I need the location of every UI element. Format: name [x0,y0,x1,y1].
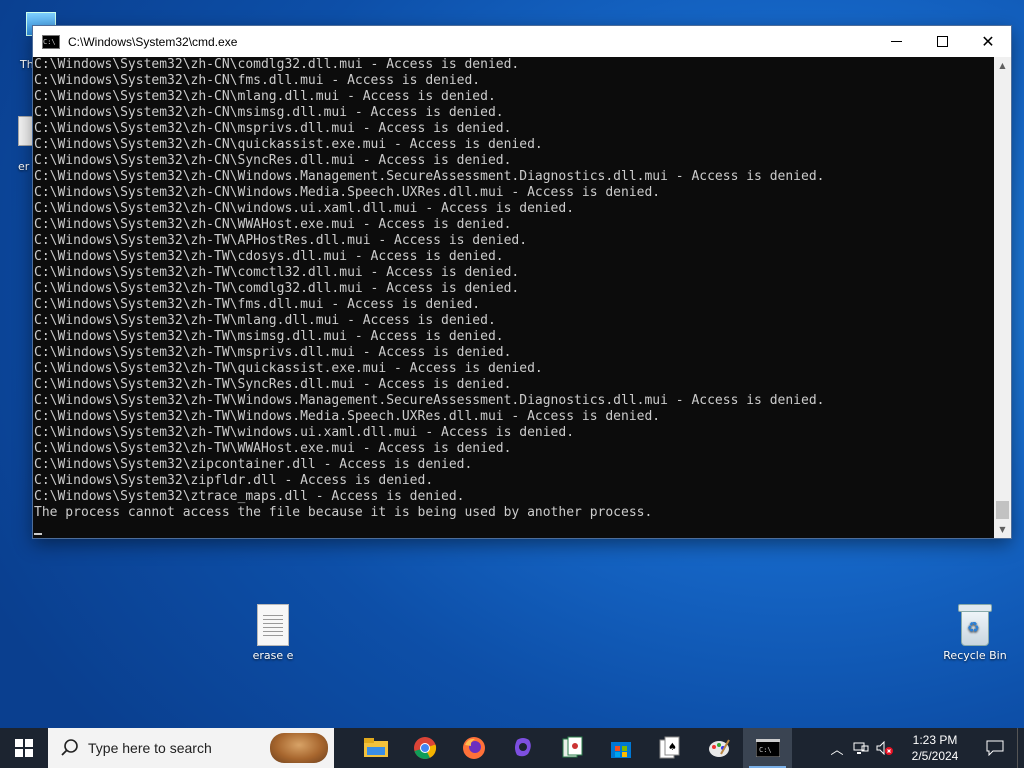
window-titlebar[interactable]: C:\ C:\Windows\System32\cmd.exe ✕ [33,26,1011,57]
console-line: C:\Windows\System32\zh-CN\windows.ui.xam… [34,201,575,216]
volume-muted-icon[interactable] [873,728,897,768]
close-button[interactable]: ✕ [965,26,1011,57]
console-line: C:\Windows\System32\zh-TW\fms.dll.mui - … [34,297,481,312]
chevron-up-icon[interactable]: ︿ [825,728,849,768]
console-line: C:\Windows\System32\zipcontainer.dll - A… [34,457,473,472]
console-line: C:\Windows\System32\zh-TW\quickassist.ex… [34,361,543,376]
recycle-bin-icon: ♻ [958,604,992,646]
taskbar-search-box[interactable]: Type here to search [48,728,334,768]
desktop-icon-erase-file[interactable]: erase e [241,604,305,662]
console-line: C:\Windows\System32\zh-TW\msimsg.dll.mui… [34,329,504,344]
system-tray: ︿ 1:23 PM 2/5/2024 [825,728,1024,768]
maximize-icon [936,36,948,47]
mahjong-icon[interactable] [547,728,596,768]
console-line: C:\Windows\System32\ztrace_maps.dll - Ac… [34,489,465,504]
console-line: The process cannot access the file becau… [34,505,653,520]
network-icon[interactable] [849,728,873,768]
console-line: C:\Windows\System32\zh-TW\mlang.dll.mui … [34,313,496,328]
clock-time: 1:23 PM [912,733,958,747]
store-icon[interactable] [596,728,645,768]
console-line: C:\Windows\System32\zh-CN\comdlg32.dll.m… [34,57,520,72]
start-button[interactable] [0,728,48,768]
console-output[interactable]: C:\Windows\System32\zh-CN\comdlg32.dll.m… [33,57,994,538]
console-line: C:\Windows\System32\zh-TW\Windows.Manage… [34,393,825,408]
notification-center-button[interactable] [973,728,1017,768]
window-title: C:\Windows\System32\cmd.exe [68,34,238,49]
console-line: C:\Windows\System32\zh-CN\fms.dll.mui - … [34,73,481,88]
console-line: C:\Windows\System32\zh-CN\WWAHost.exe.mu… [34,217,512,232]
console-line: C:\Windows\System32\zh-CN\Windows.Manage… [34,169,825,184]
console-line: C:\Windows\System32\zh-TW\WWAHost.exe.mu… [34,441,512,456]
svg-text:C:\: C:\ [759,746,772,754]
scrollbar-thumb[interactable] [996,501,1009,519]
cmd-icon: C:\ [755,739,780,757]
console-line: C:\Windows\System32\zh-TW\APHostRes.dll.… [34,233,528,248]
cmd-window[interactable]: C:\ C:\Windows\System32\cmd.exe ✕ C:\Win… [33,26,1011,538]
taskbar: Type here to search ♠ C:\ ︿ 1:23 PM 2/5/… [0,728,1024,768]
text-cursor [34,533,42,535]
chrome-icon[interactable] [400,728,449,768]
clock-date: 2/5/2024 [911,749,959,763]
windows-logo-icon [15,739,33,757]
notification-icon [986,740,1004,756]
search-highlight-pie-image[interactable] [270,733,328,763]
minimize-button[interactable] [873,26,919,57]
text-file-icon [257,604,289,646]
console-line: C:\Windows\System32\zh-CN\Windows.Media.… [34,185,661,200]
firefox-icon[interactable] [449,728,498,768]
console-lines: C:\Windows\System32\zh-CN\comdlg32.dll.m… [33,57,994,521]
console-line: C:\Windows\System32\zh-TW\comctl32.dll.m… [34,265,520,280]
scroll-down-arrow-icon[interactable]: ▼ [994,521,1011,538]
console-line: C:\Windows\System32\zh-TW\windows.ui.xam… [34,425,575,440]
taskbar-clock[interactable]: 1:23 PM 2/5/2024 [897,732,973,764]
close-icon: ✕ [981,31,995,51]
search-icon [61,739,78,756]
copilot-icon[interactable] [498,728,547,768]
console-line: C:\Windows\System32\zh-CN\SyncRes.dll.mu… [34,153,512,168]
console-line: C:\Windows\System32\zh-TW\cdosys.dll.mui… [34,249,504,264]
cmd-app-icon: C:\ [42,34,60,49]
solitaire-icon[interactable]: ♠ [645,728,694,768]
console-line: C:\Windows\System32\zh-TW\msprivs.dll.mu… [34,345,512,360]
desktop-icon-recycle-bin[interactable]: ♻ Recycle Bin [941,604,1009,662]
svg-text:♠: ♠ [668,742,677,753]
console-line: C:\Windows\System32\zh-TW\comdlg32.dll.m… [34,281,520,296]
desktop-icon-label: Recycle Bin [943,649,1007,662]
minimize-icon [890,41,902,42]
scroll-up-arrow-icon[interactable]: ▲ [994,57,1011,74]
search-placeholder: Type here to search [88,740,212,756]
console-line: C:\Windows\System32\zh-CN\mlang.dll.mui … [34,89,496,104]
paint-icon[interactable] [694,728,743,768]
console-line: C:\Windows\System32\zh-TW\SyncRes.dll.mu… [34,377,512,392]
console-line: C:\Windows\System32\zh-TW\Windows.Media.… [34,409,661,424]
cmd-taskbar-button[interactable]: C:\ [743,728,792,768]
show-desktop-button[interactable] [1017,728,1024,768]
file-explorer-icon[interactable] [351,728,400,768]
console-line: C:\Windows\System32\zh-CN\quickassist.ex… [34,137,543,152]
console-line: C:\Windows\System32\zipfldr.dll - Access… [34,473,434,488]
desktop-icon-label: erase e [252,649,294,662]
console-line: C:\Windows\System32\zh-CN\msprivs.dll.mu… [34,121,512,136]
vertical-scrollbar[interactable]: ▲ ▼ [994,57,1011,538]
maximize-button[interactable] [919,26,965,57]
console-line: C:\Windows\System32\zh-CN\msimsg.dll.mui… [34,105,504,120]
